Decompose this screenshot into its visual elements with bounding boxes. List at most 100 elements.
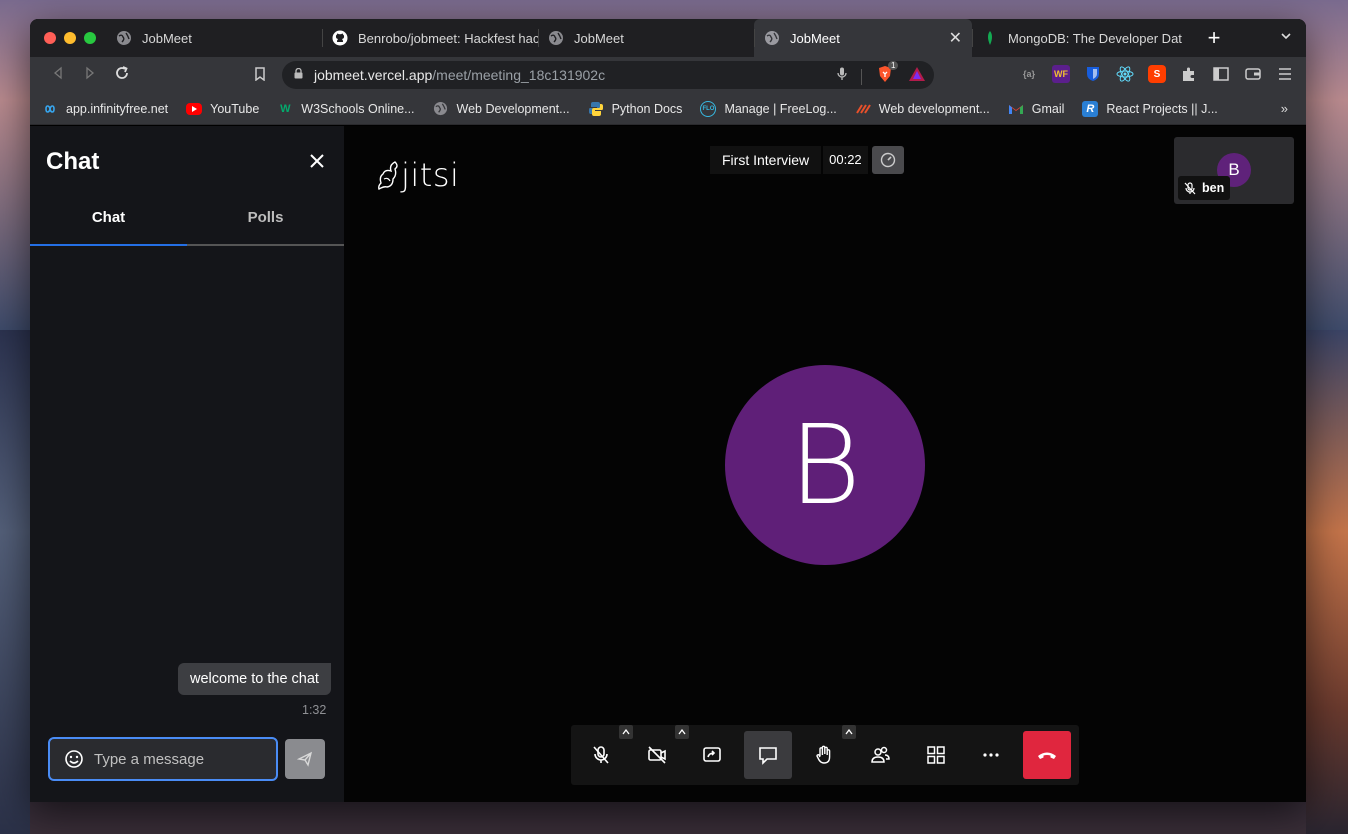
microphone-muted-icon <box>1184 181 1196 194</box>
react-projects-icon: R <box>1082 100 1099 117</box>
raise-hand-button[interactable] <box>800 725 856 779</box>
brave-rewards-icon[interactable] <box>908 65 926 88</box>
more-actions-icon <box>983 753 999 757</box>
tab-jobmeet-1[interactable]: JobMeet <box>106 19 322 57</box>
brave-shields-icon[interactable]: 1 <box>876 61 899 88</box>
screen-share-icon <box>703 747 722 762</box>
url-path: /meet/meeting_18c131902c <box>432 67 606 83</box>
connection-quality-icon[interactable] <box>871 146 904 174</box>
bookmark-react-projects[interactable]: R React Projects || J... <box>1082 100 1218 117</box>
raise-hand-icon <box>816 745 831 764</box>
tab-bar: JobMeet Benrobo/jobmeet: Hackfest hac Jo… <box>30 19 1306 57</box>
bitwarden-icon[interactable] <box>1084 65 1102 83</box>
jitsi-bird-icon <box>378 161 398 191</box>
tile-view-button[interactable] <box>912 731 960 779</box>
tab-mongodb[interactable]: MongoDB: The Developer Data <box>972 19 1182 57</box>
bookmark-freelogo[interactable]: FLO Manage | FreeLog... <box>700 100 837 117</box>
bookmark-web-development[interactable]: Web Development... <box>433 101 570 117</box>
close-icon[interactable] <box>306 150 328 172</box>
desktop-wallpaper-left <box>0 330 30 834</box>
w3schools-icon: W <box>280 102 291 115</box>
emoji-icon[interactable] <box>64 749 84 769</box>
browser-toolbar: jobmeet.vercel.app/meet/meeting_18c13190… <box>30 57 1306 93</box>
extensions-puzzle-icon[interactable] <box>1180 65 1198 83</box>
bookmarks-overflow-button[interactable]: » <box>1281 101 1288 116</box>
chat-tabs: Chat Polls <box>30 204 344 246</box>
bookmark-web-development-2[interactable]: Web development... <box>855 101 990 117</box>
maximize-window-button[interactable] <box>84 32 96 44</box>
minimize-window-button[interactable] <box>64 32 76 44</box>
freelogo-icon: FLO <box>700 100 717 117</box>
python-icon <box>588 101 604 117</box>
address-bar[interactable]: jobmeet.vercel.app/meet/meeting_18c13190… <box>282 61 934 89</box>
tab-jobmeet-active[interactable]: JobMeet ✕ <box>754 19 972 57</box>
main-participant-avatar: B <box>725 365 925 565</box>
reload-button[interactable] <box>106 65 138 86</box>
participant-thumbnail[interactable]: B ben <box>1174 137 1294 204</box>
chat-toggle-button[interactable] <box>744 731 793 779</box>
participant-name: ben <box>1202 181 1225 195</box>
camera-toggle-button[interactable] <box>633 725 689 779</box>
url-host: jobmeet.vercel.app <box>314 67 433 83</box>
wallet-icon[interactable] <box>1244 65 1262 83</box>
microphone-icon[interactable] <box>837 67 847 86</box>
bookmark-infinityfree[interactable]: app.infinityfree.net <box>42 101 168 117</box>
tab-github[interactable]: Benrobo/jobmeet: Hackfest hac <box>322 19 538 57</box>
forward-button[interactable] <box>74 66 106 85</box>
json-viewer-icon[interactable]: {a} <box>1020 65 1038 83</box>
reactions-caret[interactable] <box>841 725 856 739</box>
globe-icon <box>116 30 132 46</box>
participants-button[interactable] <box>856 731 904 779</box>
svelte-devtools-icon[interactable]: S <box>1148 65 1166 83</box>
message-input-field[interactable] <box>48 737 278 781</box>
message-input[interactable] <box>94 750 254 768</box>
hangup-button[interactable] <box>1023 731 1072 779</box>
screen-share-button[interactable] <box>689 731 737 779</box>
tab-title: Benrobo/jobmeet: Hackfest hac <box>358 30 538 46</box>
close-window-button[interactable] <box>44 32 56 44</box>
participant-name-tag: ben <box>1178 176 1231 200</box>
back-button[interactable] <box>42 66 74 85</box>
tab-title: JobMeet <box>790 30 840 46</box>
window-controls <box>30 32 106 44</box>
globe-icon <box>548 30 564 46</box>
url-text: jobmeet.vercel.app/meet/meeting_18c13190… <box>314 67 605 83</box>
video-settings-caret[interactable] <box>674 725 689 739</box>
react-devtools-icon[interactable] <box>1116 65 1134 83</box>
bookmark-youtube[interactable]: YouTube <box>186 102 259 116</box>
microphone-muted-icon <box>593 746 609 764</box>
mongodb-leaf-icon <box>982 30 998 46</box>
chevron-down-icon[interactable] <box>1280 29 1292 45</box>
bookmark-label: Web development... <box>878 101 990 116</box>
tab-polls[interactable]: Polls <box>187 204 344 246</box>
tile-view-icon <box>926 746 945 764</box>
sidebar-toggle-icon[interactable] <box>1212 65 1230 83</box>
lock-icon <box>294 67 314 82</box>
bookmark-label: Web Development... <box>456 101 570 116</box>
bookmark-icon[interactable] <box>244 66 276 84</box>
bookmarks-bar: app.infinityfree.net YouTube W W3Schools… <box>30 93 1306 125</box>
gmail-icon <box>1008 101 1024 117</box>
meeting-info: First Interview 00:22 <box>710 146 904 174</box>
bookmark-w3schools[interactable]: W W3Schools Online... <box>277 101 414 117</box>
close-tab-icon[interactable]: ✕ <box>949 28 962 48</box>
send-button[interactable] <box>285 739 325 779</box>
meeting-toolbar <box>571 725 1079 785</box>
bookmark-gmail[interactable]: Gmail <box>1008 101 1064 117</box>
whatfont-icon[interactable]: WF <box>1052 65 1070 83</box>
menu-icon[interactable] <box>1276 65 1294 83</box>
bookmark-python-docs[interactable]: Python Docs <box>588 101 683 117</box>
more-actions-button[interactable] <box>967 731 1015 779</box>
bookmark-label: Python Docs <box>611 101 683 116</box>
chat-message: welcome to the chat <box>178 663 331 695</box>
microphone-toggle-button[interactable] <box>577 725 633 779</box>
tab-title: MongoDB: The Developer Data <box>1008 30 1182 46</box>
chat-panel: Chat Chat Polls welcome to the chat 1:32 <box>30 126 344 802</box>
tab-jobmeet-2[interactable]: JobMeet <box>538 19 754 57</box>
tab-chat[interactable]: Chat <box>30 204 187 246</box>
tab-title: JobMeet <box>142 30 192 46</box>
bookmark-label: Manage | FreeLog... <box>724 101 837 116</box>
audio-settings-caret[interactable] <box>618 725 633 739</box>
new-tab-button[interactable]: + <box>1202 25 1226 51</box>
globe-icon <box>764 30 780 46</box>
